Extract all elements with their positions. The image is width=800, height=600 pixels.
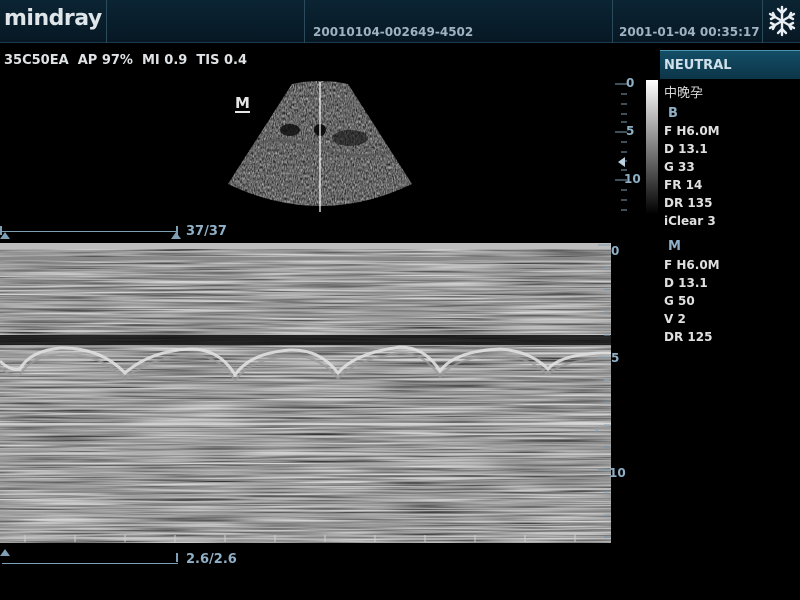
b-param-frame-rate: FR 14	[664, 178, 703, 192]
gray-scale-bar	[646, 80, 658, 214]
b-param-gain: G 33	[664, 160, 695, 174]
m-mode-heading: M	[668, 239, 681, 254]
speed-slider-end	[176, 553, 178, 562]
frame-counter: 37/37	[186, 224, 227, 239]
b-param-depth: D 13.1	[664, 142, 708, 156]
m-depth-tick-10: 10	[609, 466, 626, 480]
frame-slider-track[interactable]	[2, 231, 178, 232]
exam-type: 中晚孕	[664, 86, 704, 101]
m-param-gain: G 50	[664, 294, 695, 308]
preset-tab[interactable]: NEUTRAL	[660, 50, 800, 79]
top-bar: mindray 20010104-002649-4502 2001-01-04 …	[0, 0, 800, 43]
m-mode-trace	[0, 243, 611, 548]
m-depth-tick-0: 0	[611, 244, 620, 258]
date-time: 2001-01-04 00:35:17	[619, 25, 760, 39]
right-parameter-panel: NEUTRAL 中晚孕 B F H6.0M D 13.1 G 33 FR 14 …	[660, 50, 800, 600]
b-depth-tick-0: 0	[626, 76, 635, 90]
b-param-frequency: F H6.0M	[664, 124, 720, 138]
m-depth-tick-5: 5	[611, 351, 620, 365]
frame-slider-end-icon[interactable]	[171, 232, 181, 239]
m-param-dynamic-range: DR 125	[664, 330, 713, 344]
m-param-depth: D 13.1	[664, 276, 708, 290]
speed-slider-handle-icon[interactable]	[0, 549, 10, 556]
speed-counter: 2.6/2.6	[186, 552, 237, 567]
b-param-iclear: iClear 3	[664, 214, 716, 228]
b-mode-sector-image	[228, 81, 412, 212]
m-depth-scale	[596, 244, 610, 538]
b-mode-heading: B	[668, 106, 678, 121]
snowflake-icon[interactable]	[766, 3, 798, 39]
m-param-speed: V 2	[664, 312, 686, 326]
b-param-dynamic-range: DR 135	[664, 196, 713, 210]
speed-slider-track[interactable]	[2, 563, 178, 564]
preset-label: NEUTRAL	[664, 58, 732, 73]
patient-id: 20010104-002649-4502	[313, 25, 474, 39]
m-line-marker: M	[235, 94, 250, 113]
m-param-frequency: F H6.0M	[664, 258, 720, 272]
b-depth-tick-5: 5	[626, 124, 635, 138]
blank-cell	[107, 0, 305, 43]
mindray-logo: mindray	[4, 6, 102, 31]
b-depth-scale	[615, 83, 627, 211]
b-depth-tick-10: 10	[624, 172, 641, 186]
frame-slider-handle-icon[interactable]	[0, 232, 10, 239]
imaging-parameters: 35C50EA AP 97% MI 0.9 TIS 0.4	[4, 53, 248, 68]
logo-cell: mindray	[0, 0, 107, 43]
